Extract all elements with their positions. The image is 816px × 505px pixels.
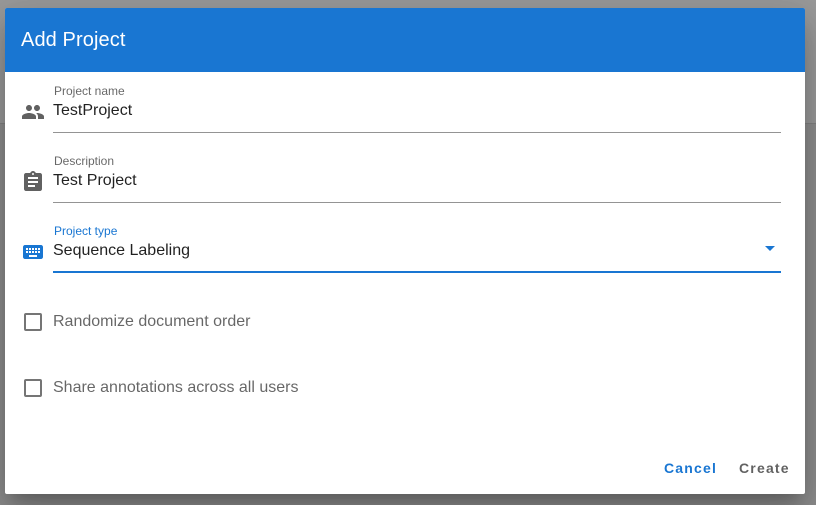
share-annotations-checkbox[interactable]	[24, 379, 42, 397]
randomize-order-label[interactable]: Randomize document order	[53, 312, 250, 332]
share-annotations-checkbox-row[interactable]: Share annotations across all users	[21, 376, 421, 400]
clipboard-icon	[21, 170, 45, 194]
keyboard-icon	[21, 240, 45, 264]
project-type-label: Project type	[54, 224, 118, 238]
share-annotations-label[interactable]: Share annotations across all users	[53, 378, 298, 398]
people-icon	[21, 100, 45, 124]
description-label: Description	[54, 154, 115, 168]
project-name-underline	[53, 132, 781, 133]
add-project-dialog: Add Project Project name TestProject Des…	[5, 8, 805, 494]
cancel-button[interactable]: Cancel	[664, 458, 717, 478]
create-button[interactable]: Create	[739, 458, 790, 478]
description-underline	[53, 202, 781, 203]
project-type-select[interactable]: Project type Sequence Labeling	[53, 224, 781, 274]
project-type-underline	[53, 271, 781, 273]
randomize-order-checkbox-row[interactable]: Randomize document order	[21, 310, 421, 334]
dialog-header: Add Project	[5, 8, 805, 72]
description-input[interactable]: Test Project	[53, 170, 137, 192]
project-type-value[interactable]: Sequence Labeling	[53, 240, 190, 262]
dropdown-arrow-icon[interactable]	[765, 246, 775, 251]
project-name-input[interactable]: TestProject	[53, 100, 132, 122]
dialog-title: Add Project	[21, 29, 126, 51]
project-name-field[interactable]: Project name TestProject	[53, 84, 781, 134]
description-field[interactable]: Description Test Project	[53, 154, 781, 204]
randomize-order-checkbox[interactable]	[24, 313, 42, 331]
project-name-label: Project name	[54, 84, 125, 98]
